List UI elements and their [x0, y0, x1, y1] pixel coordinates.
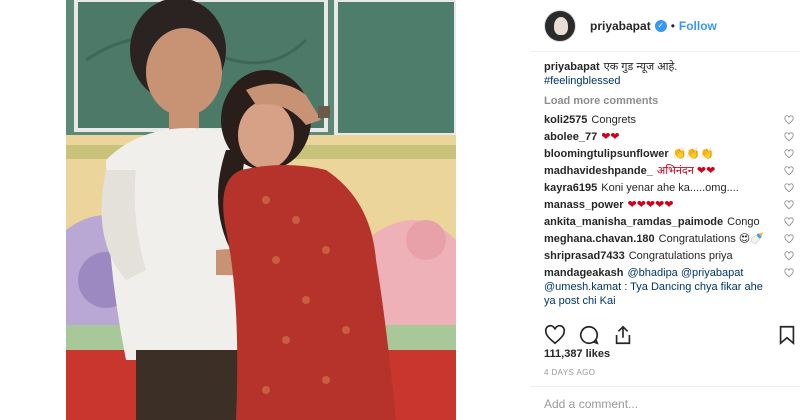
comment-row: kayra6195 Koni yenar ahe ka.....omg.... — [544, 181, 794, 195]
header-username[interactable]: priyabapat — [590, 19, 651, 33]
comment-row: manass_power ❤❤❤❤❤ — [544, 198, 794, 212]
comment-like-icon[interactable] — [784, 200, 794, 210]
comment-text: Congratulations 😍🍼 — [658, 233, 764, 245]
avatar[interactable] — [544, 9, 576, 42]
share-icon[interactable] — [612, 324, 634, 346]
add-comment-field[interactable]: Add a comment... — [530, 386, 800, 420]
caption-username[interactable]: priyabapat — [544, 61, 600, 73]
load-more-comments-button[interactable]: Load more comments — [544, 94, 794, 108]
comment-row: koli2575 Congrets — [544, 113, 794, 127]
couple-photo-illustration — [66, 0, 456, 420]
comment-username[interactable]: kayra6195 — [544, 182, 597, 194]
comment-row: bloomingtulipsunflower 👏👏👏 — [544, 147, 794, 161]
comment-row: abolee_77 ❤❤ — [544, 130, 794, 144]
comment-like-icon[interactable] — [784, 115, 794, 125]
comment-row: meghana.chavan.180 Congratulations 😍🍼 — [544, 232, 794, 246]
comment-username[interactable]: madhavideshpande_ — [544, 165, 653, 177]
header-separator: • — [670, 18, 675, 33]
comment-username[interactable]: shriprasad7433 — [544, 250, 625, 262]
comment-username[interactable]: ankita_manisha_ramdas_paimode — [544, 216, 723, 228]
comment-username[interactable]: mandageakash — [544, 267, 623, 279]
comment-text: ❤❤ — [601, 131, 620, 143]
speech-bubble-icon[interactable] — [578, 324, 600, 346]
likes-count[interactable]: 111,387 likes — [544, 348, 610, 360]
comment-row: ankita_manisha_ramdas_paimode Congo — [544, 215, 794, 229]
comment-text: 👏👏👏 — [672, 148, 714, 160]
caption-hashtag[interactable]: #feelingblessed — [544, 75, 620, 87]
comment-like-icon[interactable] — [784, 268, 794, 278]
post-caption: priyabapat एक गुड न्यूज आहे. #feelingbles… — [544, 60, 794, 88]
comment-text: Congo — [727, 216, 760, 228]
comment-like-icon[interactable] — [784, 132, 794, 142]
post-age: 4 DAYS AGO — [544, 368, 596, 377]
comment-username[interactable]: meghana.chavan.180 — [544, 233, 655, 245]
comment-text: Congrets — [591, 114, 637, 126]
post-actions-bar — [544, 324, 800, 348]
post-side-panel: priyabapat ✓ • Follow priyabapat एक गुड न… — [530, 0, 800, 420]
comments-list[interactable]: priyabapat एक गुड न्यूज आहे. #feelingbles… — [544, 60, 794, 322]
comment-like-icon[interactable] — [784, 166, 794, 176]
comment-row: madhavideshpande_ अभिनंदन ❤❤ — [544, 164, 794, 178]
comment-row: mandageakash @bhadipa @priyabapat @umesh.… — [544, 266, 794, 308]
add-comment-placeholder[interactable]: Add a comment... — [544, 397, 638, 411]
comment-text: Koni yenar ahe ka.....omg.... — [601, 182, 739, 194]
verified-badge-icon: ✓ — [654, 19, 667, 32]
post-header: priyabapat ✓ • Follow — [530, 0, 800, 52]
post-photo[interactable] — [66, 0, 456, 420]
comment-row: shriprasad7433 Congratulations priya — [544, 249, 794, 263]
comment-username[interactable]: bloomingtulipsunflower — [544, 148, 669, 160]
comment-like-icon[interactable] — [784, 149, 794, 159]
comment-username[interactable]: koli2575 — [544, 114, 587, 126]
comment-like-icon[interactable] — [784, 183, 794, 193]
comment-like-icon[interactable] — [784, 234, 794, 244]
comment-text: Congratulations priya — [628, 250, 733, 262]
caption-text: एक गुड न्यूज आहे. — [603, 61, 678, 73]
comment-like-icon[interactable] — [784, 251, 794, 261]
comment-text: अभिनंदन ❤❤ — [656, 165, 716, 177]
bookmark-icon[interactable] — [776, 324, 798, 346]
comment-username[interactable]: abolee_77 — [544, 131, 597, 143]
comment-like-icon[interactable] — [784, 217, 794, 227]
heart-outline-icon[interactable] — [544, 324, 566, 346]
comment-text: ❤❤❤❤❤ — [627, 199, 674, 211]
comment-username[interactable]: manass_power — [544, 199, 623, 211]
follow-button[interactable]: Follow — [679, 19, 717, 33]
